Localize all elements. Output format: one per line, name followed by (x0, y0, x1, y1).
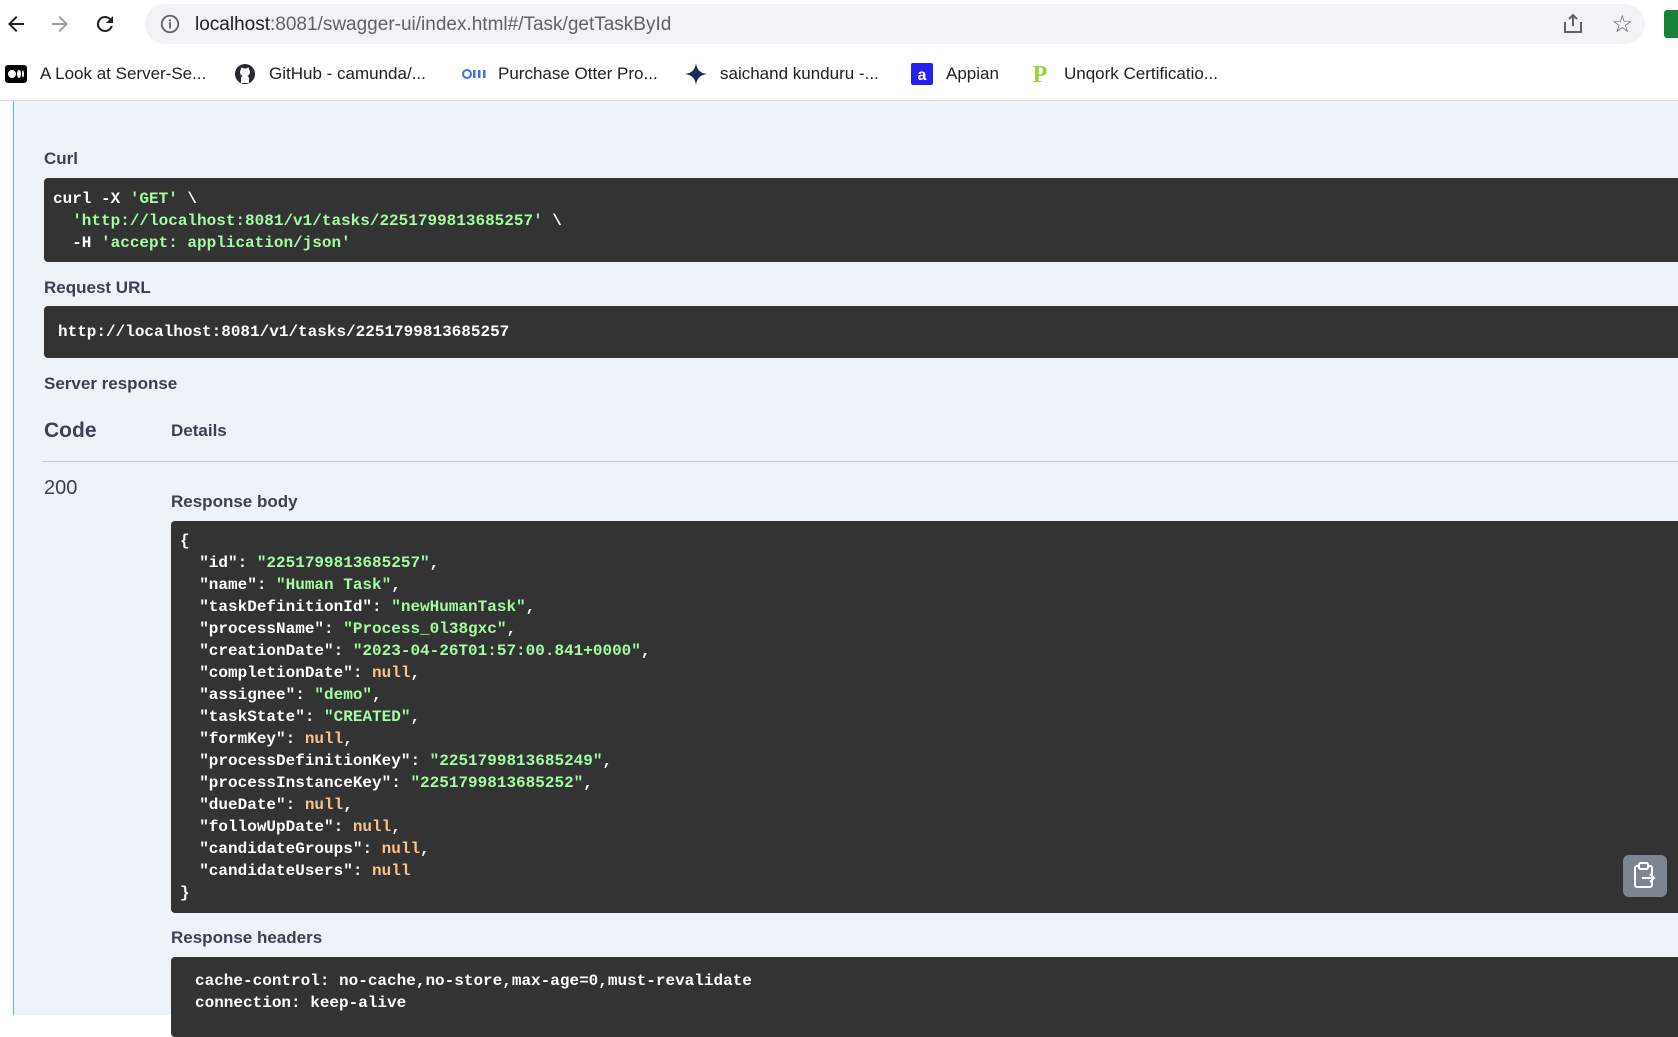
bookmark-label: Purchase Otter Pro... (498, 64, 658, 83)
code-column-header: Code (44, 419, 97, 442)
request-url-box[interactable]: http://localhost:8081/v1/tasks/225179981… (44, 306, 1678, 358)
response-header-line: connection: keep-alive (195, 994, 407, 1012)
json-value: null (372, 664, 411, 682)
response-header-line: cache-control: no-cache,no-store,max-age… (195, 972, 752, 990)
svg-text:a: a (918, 67, 927, 84)
curl-method: 'GET' (129, 190, 178, 208)
bookmark-label: Unqork Certificatio... (1064, 64, 1218, 83)
json-key: "completionDate" (199, 664, 353, 682)
back-button[interactable] (0, 8, 32, 40)
curl-command[interactable]: curl -X 'GET' \ 'http://localhost:8081/v… (44, 178, 1678, 262)
bookmark-label: GitHub - camunda/... (269, 64, 426, 83)
response-body[interactable]: { "id": "2251799813685257", "name": "Hum… (171, 521, 1678, 913)
bookmarks-bar: A Look at Server-Se... GitHub - camunda/… (0, 48, 1678, 101)
response-json: { "id": "2251799813685257", "name": "Hum… (180, 532, 651, 902)
github-icon (233, 62, 257, 86)
curl-indent (53, 212, 72, 230)
json-value: "Process_0l38gxc" (343, 620, 507, 638)
json-value: null (304, 796, 344, 814)
url-path: :8081/swagger-ui/index.html#/Task/getTas… (270, 14, 672, 35)
appian-icon: a (910, 62, 934, 86)
json-value: "demo" (314, 686, 373, 704)
json-value: null (381, 840, 421, 858)
json-key: "assignee" (199, 686, 296, 704)
request-url-label: Request URL (44, 278, 151, 297)
bookmark-item[interactable]: GitHub - camunda/... (233, 60, 426, 88)
json-key: "processDefinitionKey" (199, 752, 411, 770)
curl-continuation: \ (177, 190, 198, 208)
json-value: "2023-04-26T01:57:00.841+0000" (352, 642, 641, 660)
json-key: "taskState" (199, 708, 305, 726)
status-code: 200 (44, 477, 78, 499)
url-host: localhost (195, 14, 270, 35)
response-headers-label: Response headers (171, 928, 323, 947)
bookmark-label: Appian (946, 64, 999, 83)
bookmark-label: A Look at Server-Se... (40, 64, 207, 83)
json-key: "taskDefinitionId" (199, 598, 373, 616)
bookmark-item[interactable]: A Look at Server-Se... (4, 60, 206, 88)
curl-flag: -H (53, 234, 102, 252)
share-icon[interactable] (1561, 12, 1585, 36)
curl-url: 'http://localhost:8081/v1/tasks/22517998… (72, 212, 543, 230)
json-value: null (352, 818, 392, 836)
forward-arrow-icon (52, 16, 68, 32)
bookmark-label: saichand kunduru -... (720, 64, 879, 83)
json-value: "2251799813685257" (256, 554, 430, 572)
response-headers[interactable]: cache-control: no-cache,no-store,max-age… (171, 957, 1678, 1037)
json-key: "processInstanceKey" (199, 774, 392, 792)
server-response-label: Server response (44, 374, 178, 393)
json-key: "dueDate" (199, 796, 286, 814)
bookmark-item[interactable]: saichand kunduru -... (684, 60, 879, 88)
extension-icon[interactable] (1664, 10, 1678, 38)
json-value: null (304, 730, 344, 748)
svg-text:P: P (1033, 62, 1048, 86)
json-value: "CREATED" (324, 708, 411, 726)
json-close-brace: } (180, 884, 190, 902)
address-bar[interactable]: localhost:8081/swagger-ui/index.html#/Ta… (145, 4, 1645, 44)
back-arrow-icon (8, 16, 24, 32)
page-content: Curl curl -X 'GET' \ 'http://localhost:8… (0, 101, 1678, 1037)
request-url: http://localhost:8081/v1/tasks/225179981… (58, 323, 510, 341)
bookmark-item[interactable]: P Unqork Certificatio... (1028, 60, 1218, 88)
bookmark-item[interactable]: Purchase Otter Pro... (462, 60, 658, 88)
curl-cmd: curl -X (53, 190, 130, 208)
json-key: "formKey" (199, 730, 286, 748)
reload-button[interactable] (89, 8, 121, 40)
sparkle-icon (684, 62, 708, 86)
forward-button[interactable] (44, 8, 76, 40)
curl-header: 'accept: application/json' (101, 234, 351, 252)
json-open-brace: { (180, 532, 190, 550)
copy-to-clipboard-button[interactable] (1623, 855, 1667, 897)
clipboard-icon (1634, 862, 1656, 888)
json-value: "newHumanTask" (391, 598, 526, 616)
json-key: "followUpDate" (199, 818, 334, 836)
browser-toolbar: localhost:8081/swagger-ui/index.html#/Ta… (0, 0, 1678, 48)
bookmark-star-icon[interactable]: ☆ (1611, 10, 1633, 39)
json-value: null (372, 862, 411, 880)
json-value: "Human Task" (276, 576, 392, 594)
json-key: "creationDate" (199, 642, 334, 660)
reload-icon (96, 15, 113, 32)
json-key: "id" (199, 554, 238, 572)
operation-block: Curl curl -X 'GET' \ 'http://localhost:8… (13, 101, 1678, 1037)
medium-icon (4, 62, 28, 86)
curl-label: Curl (44, 149, 78, 168)
unqork-icon: P (1028, 62, 1052, 86)
response-body-label: Response body (171, 492, 298, 511)
site-info-icon[interactable] (159, 13, 181, 35)
json-key: "candidateUsers" (199, 862, 353, 880)
json-key: "processName" (199, 620, 325, 638)
json-value: "2251799813685249" (429, 752, 603, 770)
url-text[interactable]: localhost:8081/swagger-ui/index.html#/Ta… (195, 14, 671, 36)
json-key: "name" (199, 576, 257, 594)
table-divider (42, 461, 1678, 462)
otter-icon (462, 62, 486, 86)
json-value: "2251799813685252" (410, 774, 584, 792)
curl-continuation: \ (542, 212, 562, 230)
bookmark-item[interactable]: a Appian (910, 60, 999, 88)
details-column-header: Details (171, 421, 227, 440)
json-key: "candidateGroups" (199, 840, 363, 858)
